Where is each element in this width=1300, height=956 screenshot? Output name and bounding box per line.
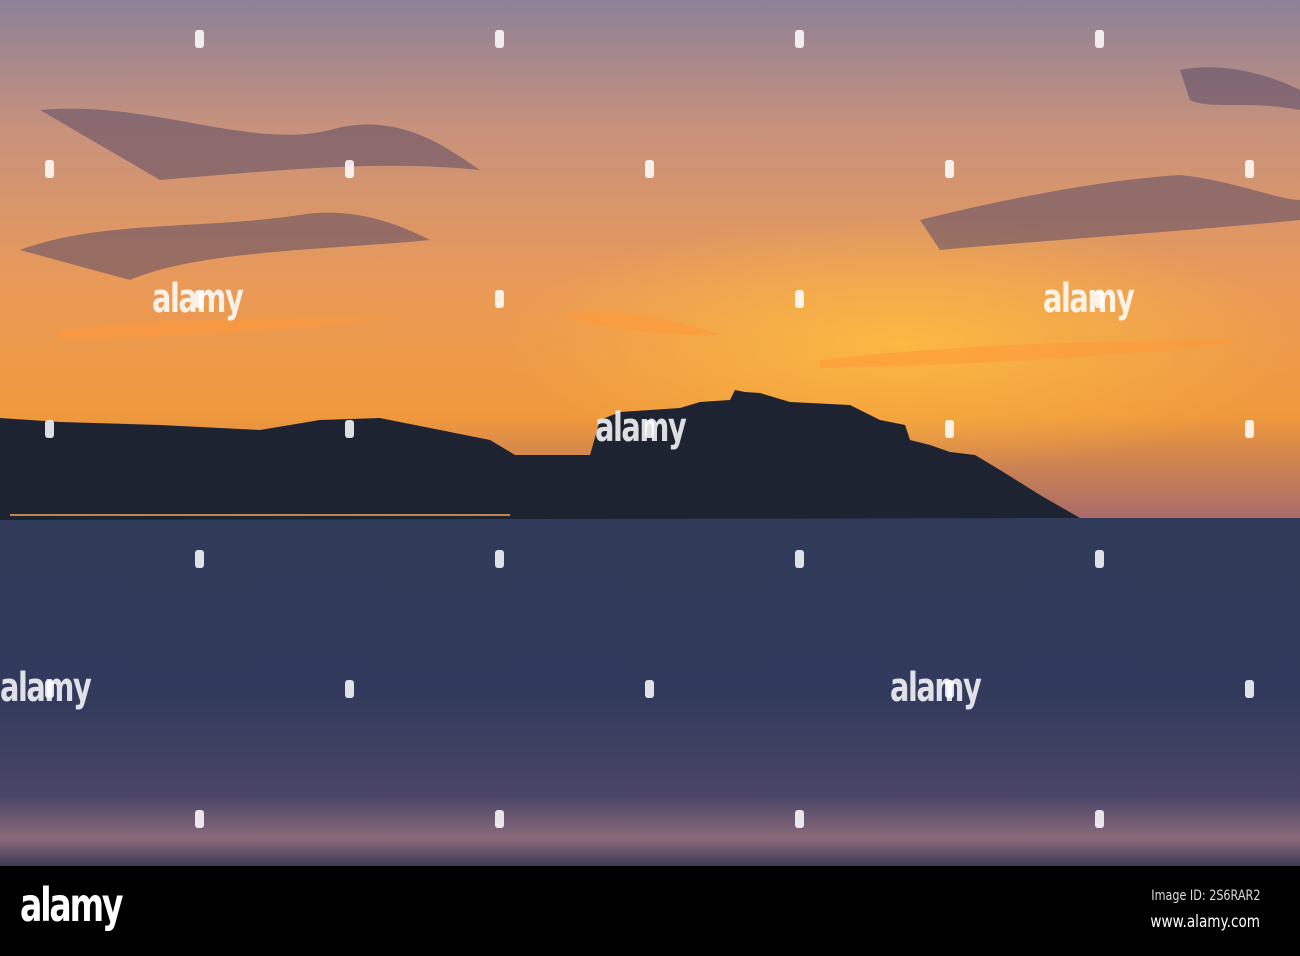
watermark-dot	[195, 810, 204, 828]
watermark-dot	[495, 30, 504, 48]
watermark-dot	[1245, 420, 1254, 438]
site-url: www.alamy.com	[1150, 912, 1260, 932]
watermark-dot	[795, 550, 804, 568]
watermark-dot	[495, 550, 504, 568]
alamy-logo: alamy	[20, 878, 124, 932]
watermark-dot	[1095, 290, 1104, 308]
watermark-dot	[645, 680, 654, 698]
watermark: alamy	[595, 405, 687, 451]
watermark-dot	[795, 810, 804, 828]
watermark-dot	[795, 290, 804, 308]
watermark-dot	[1095, 30, 1104, 48]
watermark-dot	[945, 420, 954, 438]
stock-photo-page: alamy alamy alamy alamy alamy alamy Imag…	[0, 0, 1300, 956]
watermark-dot	[195, 290, 204, 308]
image-id: Image ID: 2S6RAR2	[1150, 888, 1260, 904]
watermark-dot	[945, 160, 954, 178]
watermark-dot	[645, 160, 654, 178]
watermark-dot	[345, 160, 354, 178]
watermark-dot	[195, 550, 204, 568]
watermark-dot	[1245, 680, 1254, 698]
footer-bar: alamy Image ID: 2S6RAR2 www.alamy.com	[0, 866, 1300, 956]
watermark-dot	[345, 420, 354, 438]
watermark: alamy	[1043, 276, 1135, 322]
watermark-dot	[645, 420, 654, 438]
watermark-dot	[195, 30, 204, 48]
watermark: alamy	[890, 665, 982, 711]
watermark-dot	[495, 810, 504, 828]
watermark-dot	[345, 680, 354, 698]
watermark-dot	[495, 290, 504, 308]
watermark-dot	[1095, 550, 1104, 568]
watermark-dot	[795, 30, 804, 48]
watermark-dot	[45, 160, 54, 178]
watermark-dot	[1095, 810, 1104, 828]
watermark-dot	[45, 680, 54, 698]
watermark-dot	[45, 420, 54, 438]
watermark-dot	[945, 680, 954, 698]
watermark-dot	[1245, 160, 1254, 178]
